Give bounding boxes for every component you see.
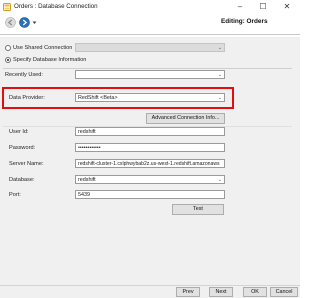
history-dropdown-icon[interactable]	[32, 21, 37, 25]
password-label: Password:	[9, 145, 36, 151]
password-value: ••••••••••••	[78, 145, 101, 151]
data-provider-label: Data Provider:	[9, 95, 45, 101]
chevron-down-icon: ⌄	[217, 72, 222, 78]
section-divider	[3, 68, 292, 69]
server-name-label: Server Name:	[9, 161, 44, 167]
prev-button[interactable]: Prev	[176, 287, 200, 297]
next-button[interactable]: Next	[209, 287, 233, 297]
chevron-down-icon: ⌄	[217, 177, 222, 183]
close-button[interactable]: ✕	[279, 1, 295, 13]
specify-db-radio[interactable]	[5, 57, 11, 63]
minimize-button[interactable]: –	[232, 1, 248, 13]
database-value: redshift	[78, 177, 96, 183]
port-value: 5439	[78, 192, 90, 198]
back-arrow-icon[interactable]	[5, 17, 16, 28]
scrollbar[interactable]	[293, 37, 300, 285]
specify-db-label: Specify Database Information	[13, 57, 87, 63]
cancel-button[interactable]: Cancel	[270, 287, 298, 297]
chevron-down-icon: ⌄	[217, 95, 222, 101]
data-provider-select[interactable]: RedShift <Beta> ⌄	[75, 93, 225, 102]
database-select[interactable]: redshift ⌄	[75, 175, 225, 184]
maximize-button[interactable]: ☐	[255, 1, 271, 13]
recently-used-select[interactable]: ⌄	[75, 70, 225, 79]
port-label: Port:	[9, 192, 21, 198]
shared-connection-select: ⌄	[75, 43, 225, 52]
chevron-down-icon: ⌄	[217, 45, 222, 51]
server-name-value: redshift-cluster-1.cxlphwybab2z.us-west-…	[78, 161, 220, 167]
editing-label: Editing: Orders	[221, 18, 268, 25]
database-label: Database:	[9, 177, 35, 183]
forward-arrow-icon[interactable]	[19, 17, 30, 28]
user-id-input[interactable]: redshift	[75, 127, 225, 136]
data-provider-value: RedShift <Beta>	[78, 95, 118, 101]
recently-used-label: Recently Used:	[5, 72, 43, 78]
advanced-connection-button[interactable]: Advanced Connection Info...	[146, 113, 225, 124]
user-id-label: User Id:	[9, 129, 29, 135]
use-shared-radio[interactable]	[5, 45, 11, 51]
port-input[interactable]: 5439	[75, 190, 225, 199]
use-shared-label: Use Shared Connection	[13, 45, 73, 51]
server-name-input[interactable]: redshift-cluster-1.cxlphwybab2z.us-west-…	[75, 159, 225, 168]
ok-button[interactable]: OK	[243, 287, 267, 297]
window-title: Orders : Database Connection	[14, 3, 98, 10]
test-button[interactable]: Test	[172, 204, 224, 215]
app-icon	[3, 3, 11, 11]
user-id-value: redshift	[78, 129, 96, 135]
password-input[interactable]: ••••••••••••	[75, 143, 225, 152]
header-separator	[0, 34, 300, 35]
